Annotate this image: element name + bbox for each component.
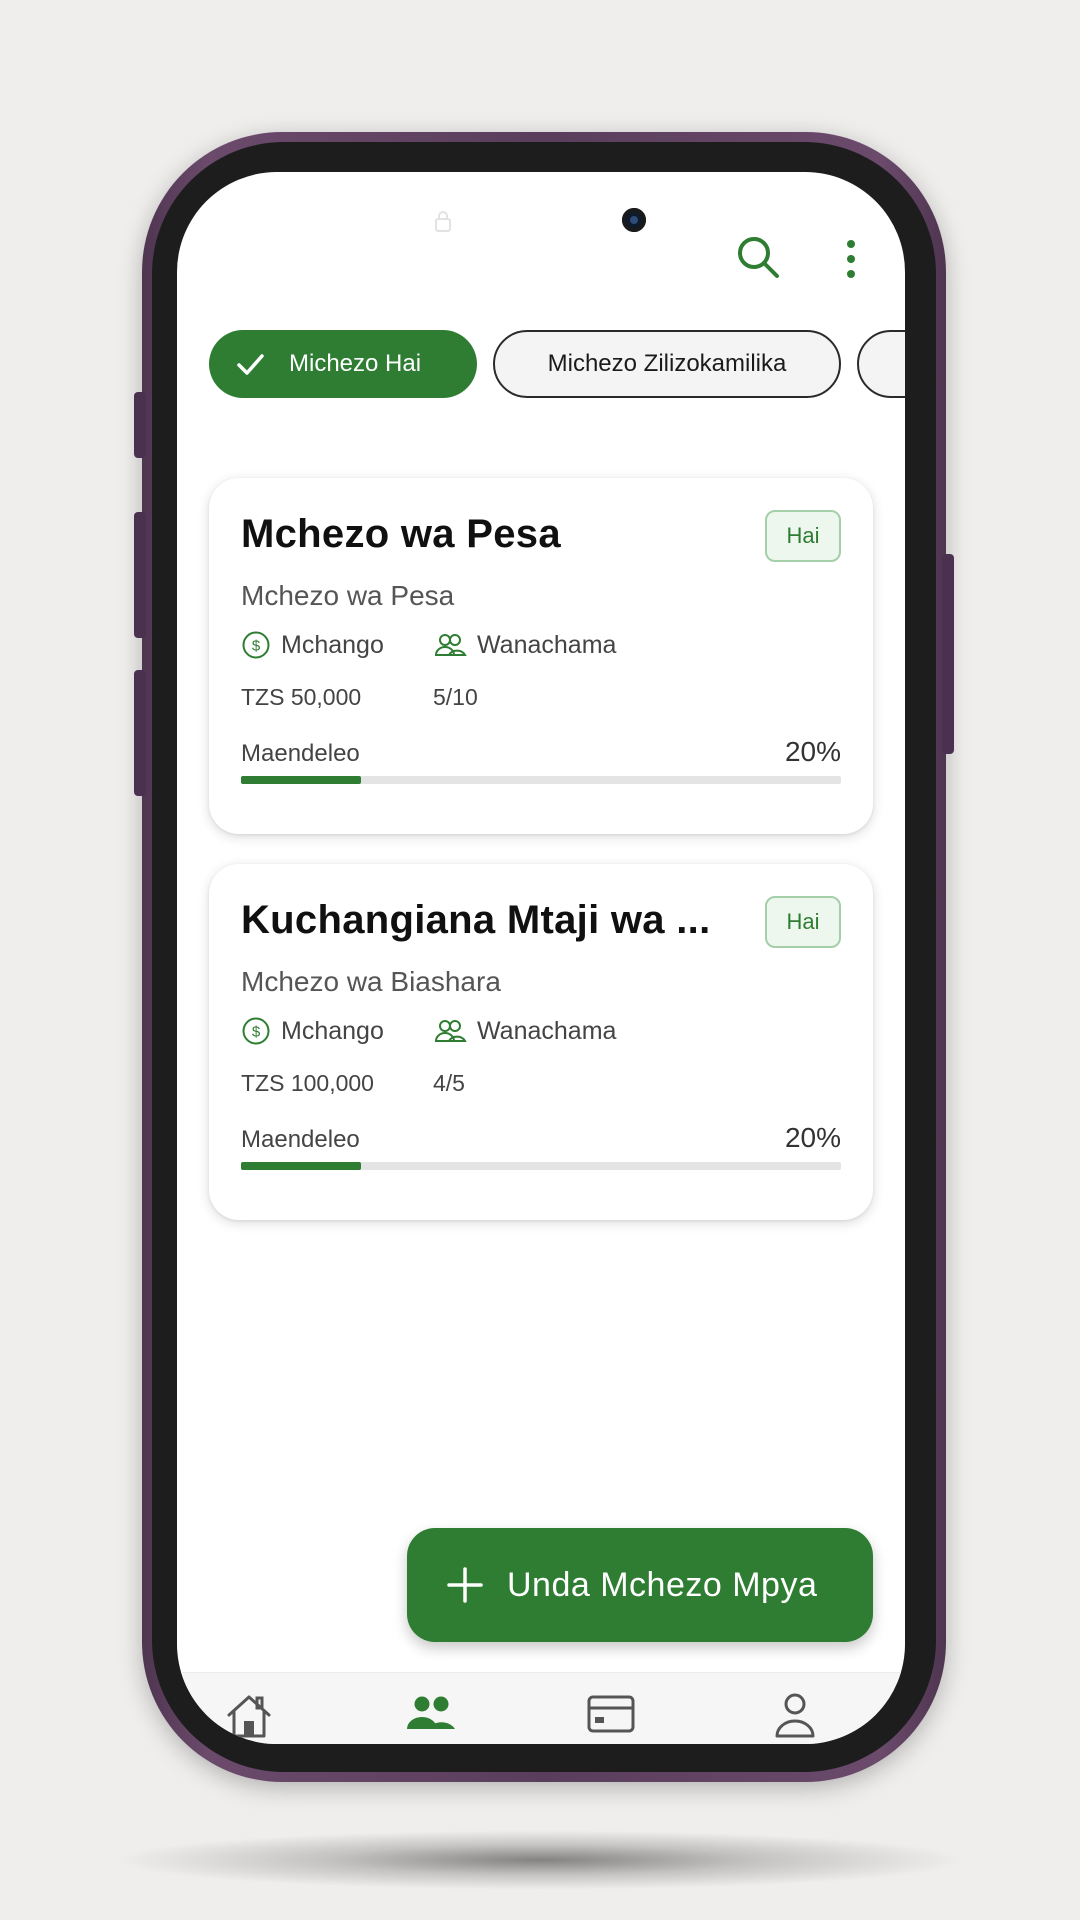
contribution-value: TZS 100,000 <box>241 1070 374 1096</box>
front-camera <box>622 208 646 232</box>
nav-wallet[interactable] <box>583 1691 639 1739</box>
status-badge: Hai <box>765 896 841 948</box>
chip-more[interactable] <box>857 330 905 398</box>
progress-label: Maendeleo <box>241 1126 360 1153</box>
progress-percent: 20% <box>784 736 841 767</box>
game-card[interactable]: Mchezo wa Pesa Hai Mchezo wa Pesa $ Mcha… <box>209 478 873 834</box>
check-icon <box>237 354 264 375</box>
lock-icon <box>435 211 451 232</box>
more-vert-icon[interactable] <box>841 238 861 280</box>
profile-icon <box>775 1693 815 1738</box>
game-title: Mchezo wa Pesa <box>241 512 561 556</box>
dollar-icon: $ <box>242 1017 270 1045</box>
members-stat: Wanachama <box>433 630 616 660</box>
bottom-navigation <box>177 1672 905 1744</box>
contribution-stat: $ Mchango <box>241 1016 384 1046</box>
people-icon <box>434 1020 467 1042</box>
svg-text:$: $ <box>252 1024 261 1041</box>
nav-groups[interactable] <box>403 1691 459 1739</box>
phone-floor-shadow <box>110 1830 970 1890</box>
chip-active-games[interactable]: Michezo Hai <box>209 330 477 398</box>
svg-text:$: $ <box>252 638 261 655</box>
create-game-button[interactable]: Unda Mchezo Mpya <box>407 1528 873 1642</box>
chip-label: Michezo Zilizokamilika <box>547 350 787 377</box>
volume-up-button <box>134 512 146 638</box>
status-bar <box>177 172 905 232</box>
status-badge: Hai <box>765 510 841 562</box>
phone-side-button <box>134 392 146 458</box>
search-icon[interactable] <box>735 234 781 280</box>
home-icon <box>227 1695 271 1738</box>
create-game-label: Unda Mchezo Mpya <box>507 1565 818 1604</box>
chip-label: Michezo Hai <box>289 350 422 377</box>
phone-screen: Michezo Hai Michezo Zilizokamilika Mchez… <box>177 172 905 1744</box>
people-icon <box>434 634 467 656</box>
nav-home[interactable] <box>221 1691 277 1739</box>
contribution-label: Mchango <box>281 1016 384 1045</box>
progress-label: Maendeleo <box>241 740 360 767</box>
progress-fill <box>241 1162 361 1170</box>
volume-down-button <box>134 670 146 796</box>
power-button <box>942 554 954 754</box>
groups-icon <box>407 1696 455 1729</box>
contribution-value: TZS 50,000 <box>241 684 362 710</box>
members-stat: Wanachama <box>433 1016 616 1046</box>
members-label: Wanachama <box>477 630 617 659</box>
nav-profile[interactable] <box>767 1691 823 1739</box>
progress-fill <box>241 776 361 784</box>
chip-completed-games[interactable]: Michezo Zilizokamilika <box>493 330 841 398</box>
members-label: Wanachama <box>477 1016 617 1045</box>
filter-chips: Michezo Hai Michezo Zilizokamilika <box>209 330 905 402</box>
members-value: 4/5 <box>433 1070 465 1096</box>
dollar-icon: $ <box>242 631 270 659</box>
game-title: Kuchangiana Mtaji wa ... <box>241 898 711 942</box>
wallet-icon <box>587 1695 635 1733</box>
progress-bar <box>241 1162 841 1170</box>
game-card[interactable]: Kuchangiana Mtaji wa ... Hai Mchezo wa B… <box>209 864 873 1220</box>
contribution-stat: $ Mchango <box>241 630 384 660</box>
game-subtitle: Mchezo wa Biashara <box>241 966 501 997</box>
progress-percent: 20% <box>784 1122 841 1153</box>
game-subtitle: Mchezo wa Pesa <box>241 580 455 611</box>
plus-icon <box>447 1567 483 1603</box>
contribution-label: Mchango <box>281 630 384 659</box>
progress-bar <box>241 776 841 784</box>
members-value: 5/10 <box>433 684 478 710</box>
